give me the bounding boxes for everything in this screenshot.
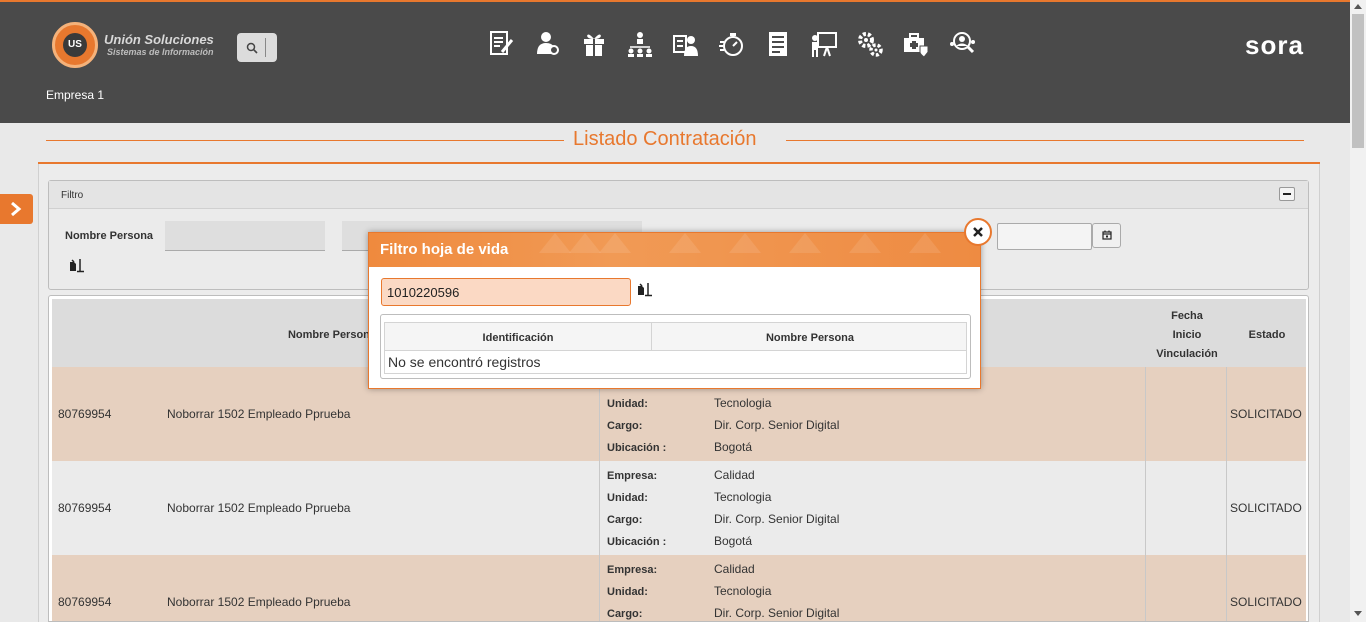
- title-rule-left: [46, 140, 564, 141]
- label-unidad: Unidad:: [607, 492, 648, 504]
- presentation-icon[interactable]: [810, 30, 838, 58]
- col-divider: [599, 461, 600, 555]
- company-name: Empresa 1: [46, 88, 105, 102]
- col-divider: [599, 555, 600, 621]
- gears-icon[interactable]: [856, 30, 884, 58]
- label-cargo: Cargo:: [607, 608, 643, 620]
- logo-mark: US: [63, 33, 87, 57]
- person-search-icon[interactable]: [534, 30, 562, 58]
- search-divider: [265, 38, 266, 57]
- nombre-persona-label: Nombre Persona: [65, 230, 154, 242]
- app-header: US Unión Soluciones Sistemas de Informac…: [0, 2, 1350, 123]
- collapse-button[interactable]: [1279, 187, 1295, 201]
- col-header-nombre-persona[interactable]: Nombre Persona: [652, 332, 968, 344]
- cell-id: 80769954: [58, 595, 112, 609]
- people-search-icon[interactable]: [948, 30, 976, 58]
- label-empresa: Empresa:: [607, 564, 658, 576]
- dialog-title: Filtro hoja de vida: [380, 241, 509, 258]
- label-empresa: Empresa:: [607, 470, 658, 482]
- cell-id: 80769954: [58, 501, 112, 515]
- col-divider: [1226, 555, 1227, 621]
- filtro-hoja-de-vida-dialog: Filtro hoja de vida Identificación Nombr…: [368, 232, 981, 389]
- cell-id: 80769954: [58, 407, 112, 421]
- value-cargo: Dir. Corp. Senior Digital: [714, 512, 840, 526]
- clear-filter-icon[interactable]: [69, 259, 85, 273]
- col-header-fecha-3[interactable]: Vinculación: [1147, 348, 1227, 360]
- stopwatch-icon[interactable]: [718, 30, 746, 58]
- col-divider: [1226, 461, 1227, 555]
- value-unidad: Tecnologia: [714, 584, 772, 598]
- search-icon: [246, 42, 258, 54]
- table-row[interactable]: 80769954 Noborrar 1502 Empleado Pprueba …: [52, 555, 1306, 621]
- value-unidad: Tecnologia: [714, 396, 772, 410]
- value-empresa: Calidad: [714, 468, 755, 482]
- calendar-icon: [1102, 230, 1112, 240]
- col-header-estado[interactable]: Estado: [1232, 329, 1302, 341]
- value-cargo: Dir. Corp. Senior Digital: [714, 418, 840, 432]
- results-table: Identificación Nombre Persona No se enco…: [380, 314, 971, 379]
- label-cargo: Cargo:: [607, 420, 643, 432]
- col-header-identificacion[interactable]: Identificación: [385, 332, 651, 344]
- calendar-button[interactable]: [1092, 223, 1121, 248]
- resume-edit-icon[interactable]: [488, 30, 516, 58]
- empty-results-message: No se encontró registros: [384, 351, 967, 374]
- clear-filter-icon[interactable]: [637, 283, 653, 297]
- value-cargo: Dir. Corp. Senior Digital: [714, 606, 840, 620]
- scroll-thumb[interactable]: [1352, 14, 1364, 148]
- date-input[interactable]: [997, 223, 1092, 250]
- value-unidad: Tecnologia: [714, 490, 772, 504]
- cell-estado: SOLICITADO: [1230, 595, 1302, 609]
- document-list-icon[interactable]: [764, 30, 792, 58]
- minus-icon: [1283, 193, 1291, 195]
- employee-card-icon[interactable]: [672, 30, 700, 58]
- value-ubicacion: Bogotá: [714, 534, 753, 548]
- page-title: Listado Contratación: [573, 128, 757, 150]
- brand-logo[interactable]: US Unión Soluciones Sistemas de Informac…: [52, 22, 232, 70]
- label-ubicacion: Ubicación :: [607, 442, 667, 454]
- page-title-bar: Listado Contratación: [46, 128, 1304, 152]
- cell-nombre: Noborrar 1502 Empleado Pprueba: [167, 501, 351, 515]
- col-divider: [1145, 367, 1146, 461]
- chevron-right-icon: [11, 202, 22, 216]
- col-header-fecha-2[interactable]: Inicio: [1147, 329, 1227, 341]
- cell-estado: SOLICITADO: [1230, 407, 1302, 421]
- dialog-header[interactable]: Filtro hoja de vida: [369, 233, 980, 267]
- label-cargo: Cargo:: [607, 514, 643, 526]
- cell-estado: SOLICITADO: [1230, 501, 1302, 515]
- gift-icon[interactable]: [580, 30, 608, 58]
- brand-name: Unión Soluciones: [104, 32, 214, 47]
- label-unidad: Unidad:: [607, 586, 648, 598]
- col-divider: [1226, 367, 1227, 461]
- close-dialog-button[interactable]: [964, 218, 992, 246]
- identificacion-search-input[interactable]: [381, 278, 631, 306]
- col-header-fecha-1[interactable]: Fecha: [1147, 310, 1227, 322]
- title-rule-right: [786, 140, 1304, 141]
- cell-nombre: Noborrar 1502 Empleado Pprueba: [167, 595, 351, 609]
- filter-title: Filtro: [61, 190, 84, 201]
- col-divider: [1145, 461, 1146, 555]
- cell-nombre: Noborrar 1502 Empleado Pprueba: [167, 407, 351, 421]
- scroll-up-arrow-icon[interactable]: [1354, 4, 1362, 9]
- close-icon: [973, 227, 983, 237]
- product-logo: sora: [1245, 30, 1304, 60]
- page-scrollbar[interactable]: [1350, 0, 1366, 622]
- value-ubicacion: Bogotá: [714, 440, 753, 454]
- col-divider: [1145, 555, 1146, 621]
- value-empresa: Calidad: [714, 562, 755, 576]
- brand-subtitle: Sistemas de Información: [107, 47, 214, 57]
- results-table-header: Identificación Nombre Persona: [384, 322, 967, 351]
- logo-emblem: US: [52, 22, 98, 68]
- org-chart-icon[interactable]: [626, 30, 654, 58]
- scroll-down-arrow-icon[interactable]: [1354, 611, 1362, 616]
- search-button[interactable]: [237, 33, 277, 62]
- nombre-persona-id-input[interactable]: [165, 221, 325, 251]
- label-ubicacion: Ubicación :: [607, 536, 667, 548]
- label-unidad: Unidad:: [607, 398, 648, 410]
- filter-panel-header: Filtro: [49, 181, 1308, 209]
- table-row[interactable]: 80769954 Noborrar 1502 Empleado Pprueba …: [52, 461, 1306, 555]
- sidebar-toggle-button[interactable]: [0, 194, 33, 224]
- medical-kit-icon[interactable]: [902, 30, 930, 58]
